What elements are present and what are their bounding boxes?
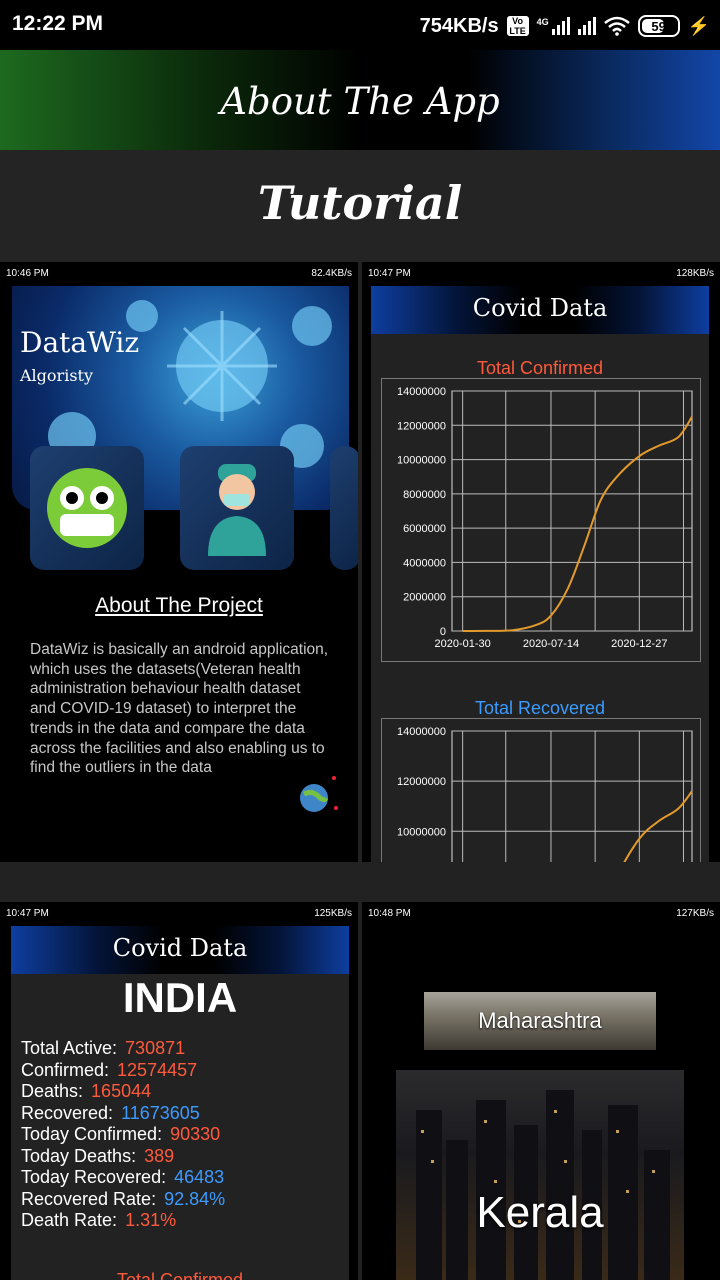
chart-recovered: 8000000100000001200000014000000 [381, 718, 701, 862]
wifi-icon [603, 16, 630, 36]
page-title: About The App [220, 80, 500, 123]
y-tick-label: 2000000 [403, 592, 446, 604]
status-icons: 754KB/s Vo LTE 4G 59 ⚡ [420, 12, 710, 40]
stat-row: Total Active: 730871 [21, 1038, 185, 1059]
state-name: Kerala [476, 1188, 604, 1237]
stat-label: Recovered: [21, 1102, 114, 1123]
series-line [462, 416, 693, 632]
doctor-tile[interactable] [180, 446, 294, 570]
charts-panel: Covid Data Total Confirmed 0 2000000 40000… [371, 286, 709, 862]
stat-value: 90330 [170, 1124, 221, 1144]
mini-status-bar: 10:48 PM 127KB/s [368, 908, 714, 919]
chart-recovered-title: Total Recovered [474, 698, 606, 718]
tutorial-screenshot-home[interactable]: 10:46 PM 82.4KB/s DataWiz Algoristy Abou… [0, 262, 358, 862]
stat-value: 12574457 [117, 1059, 198, 1080]
about-project-link[interactable]: About The Project [0, 594, 358, 618]
tutorial-screenshot-india[interactable]: 10:47 PM 125KB/s Covid Data INDIA Total … [0, 902, 358, 1280]
tutorial-section-header: Tutorial [0, 150, 720, 262]
y-tick-label: 12000000 [397, 776, 446, 788]
stat-row: Recovered Rate: 92.84% [21, 1189, 225, 1210]
y-tick-label: 8000000 [403, 489, 446, 501]
tutorial-screenshot-states[interactable]: 10:48 PM 127KB/s Maharashtra Kerala [362, 902, 720, 1280]
status-time: 12:22 PM [12, 12, 104, 35]
stat-label: Death Rate: [21, 1210, 118, 1230]
y-tick-label: 10000000 [397, 826, 446, 838]
charging-icon: ⚡ [687, 15, 710, 36]
x-tick-label: 2020-07-14 [523, 638, 579, 650]
signal-icon: 4G [537, 17, 570, 35]
partial-tile[interactable] [330, 446, 358, 570]
stat-row: Today Confirmed: 90330 [21, 1124, 220, 1145]
stat-value: 46483 [174, 1167, 225, 1187]
y-tick-label: 14000000 [397, 386, 446, 398]
mini-status-bar: 10:47 PM 125KB/s [6, 908, 352, 919]
country-name: INDIA [122, 974, 238, 1021]
y-tick-label: 10000000 [397, 455, 446, 467]
stat-value: 389 [144, 1145, 175, 1166]
state-card-kerala[interactable]: Kerala [396, 1070, 684, 1280]
chart-confirmed-title: Total Confirmed [476, 358, 604, 378]
stat-row: Death Rate: 1.31% [21, 1210, 176, 1231]
app-header: About The App [0, 50, 720, 150]
covid-data-header: Covid Data [371, 286, 709, 334]
app-name: DataWiz [20, 326, 140, 359]
stat-label: Today Confirmed: [21, 1124, 163, 1144]
stat-value: 1.31% [125, 1210, 177, 1230]
stat-label: Deaths: [21, 1081, 84, 1101]
cut-chart-title: Total Confirmed [116, 1270, 244, 1280]
state-card-maharashtra[interactable]: Maharashtra [424, 992, 656, 1050]
stat-label: Total Active: [21, 1038, 118, 1058]
stat-label: Today Recovered: [21, 1167, 167, 1187]
series-line [623, 790, 693, 862]
stat-row: Deaths: 165044 [21, 1081, 151, 1102]
globe-icon [300, 776, 338, 812]
covid-data-header: Covid Data [11, 926, 349, 974]
project-description: DataWiz is basically an android applicat… [30, 641, 329, 777]
x-tick-label: 2020-12-27 [611, 638, 667, 650]
y-tick-label: 14000000 [397, 726, 446, 738]
stat-label: Recovered Rate: [21, 1188, 157, 1209]
plot-area [451, 390, 693, 632]
india-panel: Covid Data INDIA Total Active: 730871 Conf… [11, 926, 349, 1280]
network-speed: 754KB/s [419, 14, 499, 37]
covid-data-title: Covid Data [472, 294, 608, 322]
mini-status-bar: 10:46 PM 82.4KB/s [6, 268, 352, 279]
y-tick-label: 4000000 [403, 557, 446, 569]
y-tick-label: 0 [440, 626, 446, 638]
chart-confirmed: 0 2000000 4000000 6000000 8000000 10000000 120… [381, 378, 701, 662]
team-name: Algoristy [20, 366, 93, 385]
status-bar: 12:22 PM 754KB/s Vo LTE 4G 59 ⚡ [0, 0, 720, 50]
state-name: Maharashtra [478, 1008, 602, 1033]
stat-value: 730871 [125, 1038, 186, 1058]
section-title: Tutorial [257, 176, 463, 230]
y-tick-label: 12000000 [397, 420, 446, 432]
stat-label: Confirmed: [21, 1059, 110, 1080]
stat-row: Recovered: 11673605 [21, 1103, 200, 1124]
mini-status-bar: 10:47 PM 128KB/s [368, 268, 714, 279]
battery-icon: 59 [637, 15, 680, 37]
x-tick-label: 2020-01-30 [435, 638, 491, 650]
plot-area [451, 730, 693, 862]
signal-icon-2 [577, 17, 596, 35]
stat-row: Today Recovered: 46483 [21, 1167, 224, 1188]
volte-icon: Vo LTE [506, 16, 529, 36]
tutorial-screenshot-charts[interactable]: 10:47 PM 128KB/s Covid Data Total Confir… [362, 262, 720, 862]
stat-row: Confirmed: 12574457 [21, 1060, 197, 1081]
stat-value: 11673605 [121, 1102, 200, 1123]
stat-row: Today Deaths: 389 [21, 1146, 174, 1167]
covid-data-title: Covid Data [112, 934, 248, 962]
stat-value: 92.84% [164, 1188, 226, 1209]
virus-tile[interactable] [30, 446, 144, 570]
stat-label: Today Deaths: [21, 1145, 137, 1166]
y-tick-label: 6000000 [403, 523, 446, 535]
stat-value: 165044 [91, 1081, 152, 1101]
